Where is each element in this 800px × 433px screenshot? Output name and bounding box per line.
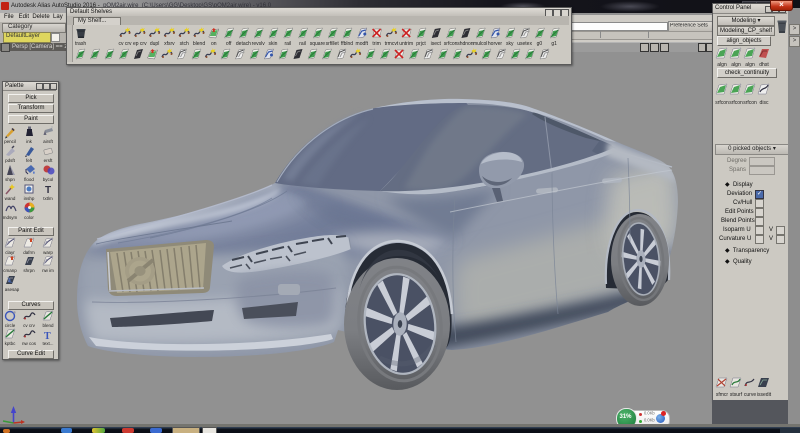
svg-text:off: off [226,41,232,47]
svg-text:txtlm: txtlm [43,196,53,201]
svg-text:srfcon: srfcon [729,100,743,106]
svg-text:ersft: ersft [44,158,54,163]
svg-text:text...: text... [42,341,53,346]
svg-text:cv crv: cv crv [23,323,35,328]
svg-text:usetex: usetex [517,41,532,47]
svg-text:stch: stch [180,41,189,47]
svg-text:cv crv: cv crv [118,41,132,47]
svg-text:rail: rail [284,41,291,47]
svg-text:ep crv: ep crv [133,41,147,47]
svg-text:ffblnd: ffblnd [341,41,353,47]
svg-text:on: on [211,41,217,47]
svg-text:xfsrv: xfsrv [164,41,175,47]
svg-text:kptbc: kptbc [5,341,17,346]
svg-text:shdnon: shdnon [457,41,474,47]
svg-text:srfcon: srfcon [743,100,757,106]
svg-text:issedit: issedit [757,392,772,398]
svg-text:warp: warp [43,250,53,255]
svg-text:srfillet: srfillet [326,41,340,47]
svg-text:bycol: bycol [43,177,54,182]
svg-text:curve: curve [744,392,756,398]
svg-text:clayr: clayr [5,250,15,255]
svg-text:rail: rail [299,41,306,47]
svg-text:untrim: untrim [399,41,413,47]
svg-text:detach: detach [236,41,251,47]
svg-text:disc: disc [760,100,769,106]
svg-text:felt: felt [26,158,33,163]
svg-text:shpn: shpn [5,177,15,182]
svg-text:nw im: nw im [42,268,54,273]
svg-text:shrpn: shrpn [23,268,35,273]
svg-text:skin: skin [269,41,278,47]
svg-text:pdsft: pdsft [5,158,16,163]
svg-text:dafrm: dafrm [23,250,35,255]
svg-text:ink: ink [26,139,33,144]
svg-text:isect: isect [431,41,442,47]
svg-text:color: color [24,215,34,220]
svg-text:trim: trim [372,41,380,47]
svg-text:stsurf: stsurf [730,392,743,398]
svg-text:modft: modft [356,41,369,47]
svg-text:wand: wand [5,196,16,201]
svg-text:revslv: revslv [252,41,266,47]
svg-text:horver: horver [488,41,503,47]
svg-text:inshp: inshp [24,196,35,201]
svg-text:mdsym: mdsym [3,215,18,220]
svg-text:asesap: asesap [5,287,20,292]
svg-text:circle: circle [5,323,16,328]
svg-text:blend: blend [42,323,54,328]
svg-text:blend: blend [193,41,205,47]
svg-text:trash: trash [75,41,86,47]
svg-text:sfmcr: sfmcr [716,392,729,398]
svg-text:srfcon: srfcon [715,100,729,106]
svg-text:airsft: airsft [43,139,54,144]
svg-text:flood: flood [24,177,34,182]
svg-text:g0: g0 [537,41,543,47]
svg-text:cmanp: cmanp [3,268,17,273]
svg-text:square: square [310,41,326,47]
svg-text:dupl: dupl [150,41,159,47]
svg-text:prjct: prjct [416,41,426,47]
svg-text:nw cos: nw cos [22,341,37,346]
svg-text:sky: sky [506,41,514,47]
svg-text:g1: g1 [551,41,557,47]
svg-text:pencil: pencil [4,139,16,144]
svg-text:srfcon: srfcon [444,41,458,47]
svg-text:mulcol: mulcol [473,41,487,47]
svg-text:trmcvt: trmcvt [385,41,399,47]
